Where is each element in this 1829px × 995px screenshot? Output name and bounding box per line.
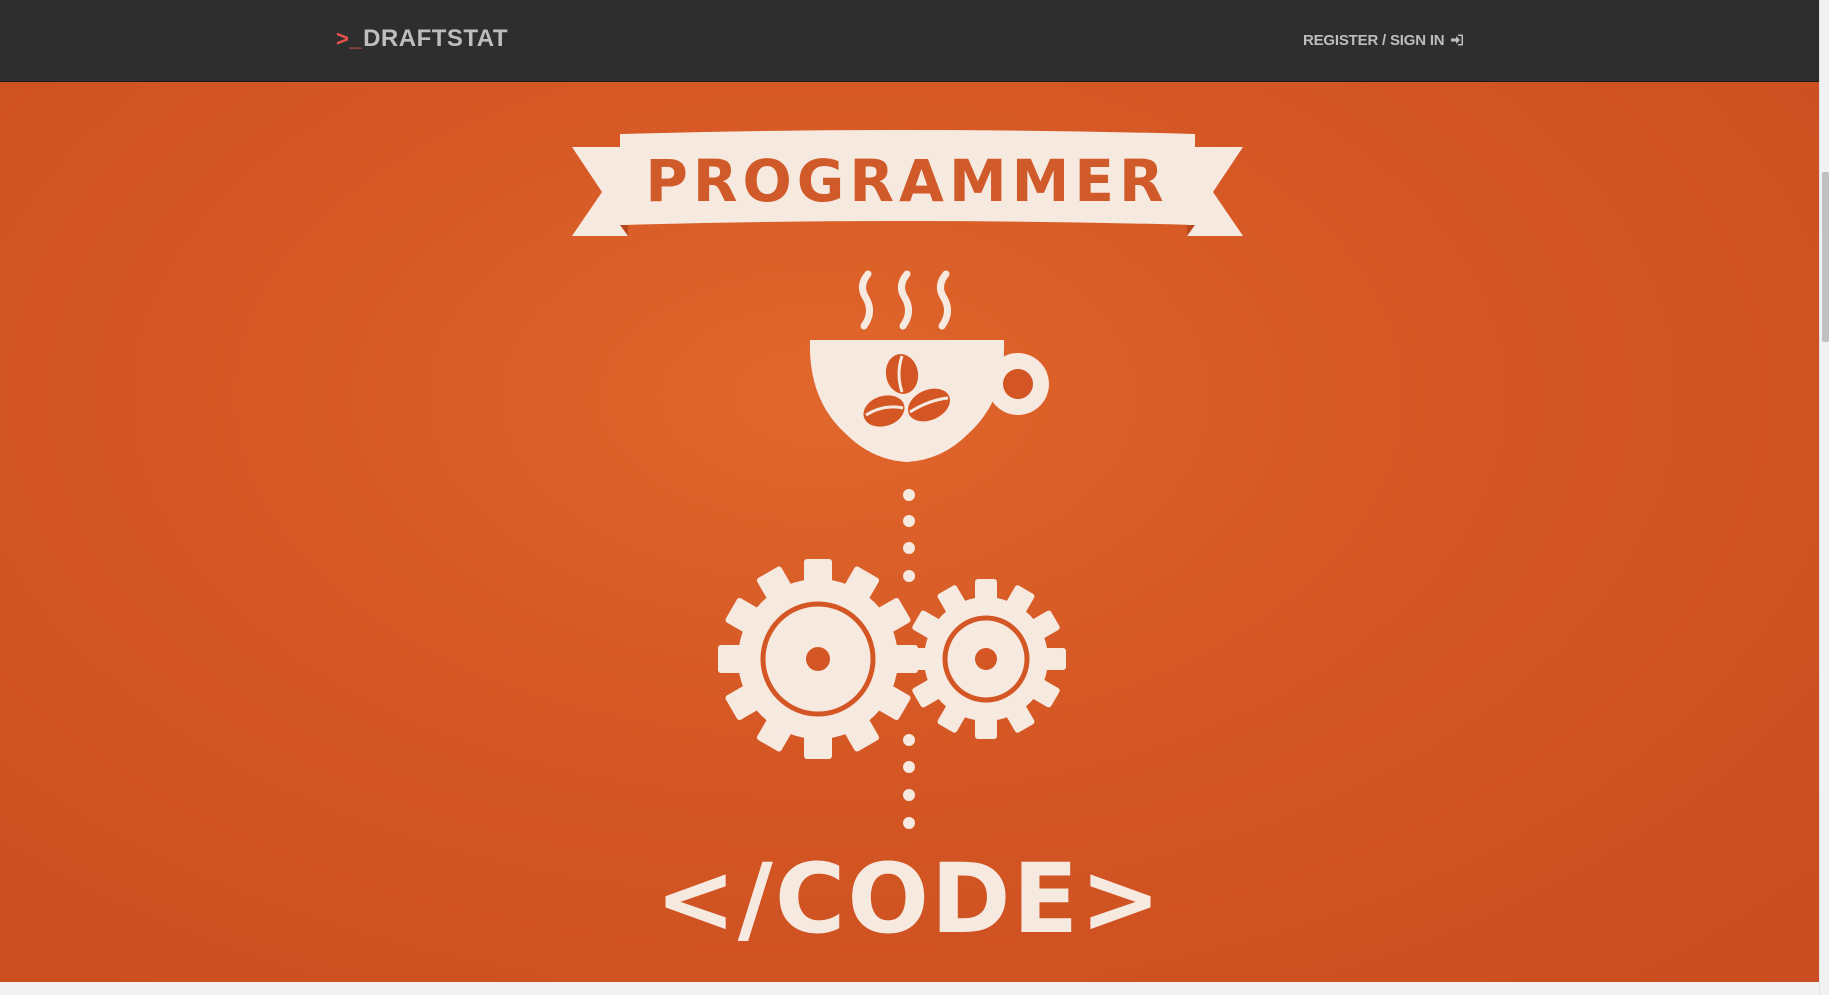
vertical-scrollbar[interactable] — [1819, 0, 1829, 995]
top-navbar: >_ DRAFTSTAT REGISTER / SIGN IN — [0, 0, 1819, 82]
scrollbar-thumb[interactable] — [1822, 172, 1829, 342]
register-signin-link[interactable]: REGISTER / SIGN IN — [1303, 28, 1464, 52]
code-heading: </CODE> — [655, 843, 1162, 955]
brand-prompt: >_ — [336, 26, 363, 51]
hero-banner: PROGRAMMER </CODE> — [0, 82, 1819, 982]
gear-icon — [906, 579, 1066, 739]
banner-ribbon: PROGRAMMER — [572, 130, 1243, 236]
brand-name: DRAFTSTAT — [363, 25, 509, 52]
register-signin-label: REGISTER / SIGN IN — [1303, 31, 1445, 49]
steam-icon — [859, 270, 951, 330]
sign-in-icon — [1450, 33, 1464, 47]
banner-title: PROGRAMMER — [645, 147, 1168, 215]
page-bottom-strip — [0, 982, 1819, 995]
programmer-artwork: PROGRAMMER </CODE> — [572, 130, 1243, 955]
brand-logo-link[interactable]: >_ DRAFTSTAT — [336, 24, 508, 54]
gear-icon — [718, 559, 918, 759]
coffee-cup-icon — [809, 340, 1049, 462]
page: >_ DRAFTSTAT REGISTER / SIGN IN PROGRAMM… — [0, 0, 1829, 995]
